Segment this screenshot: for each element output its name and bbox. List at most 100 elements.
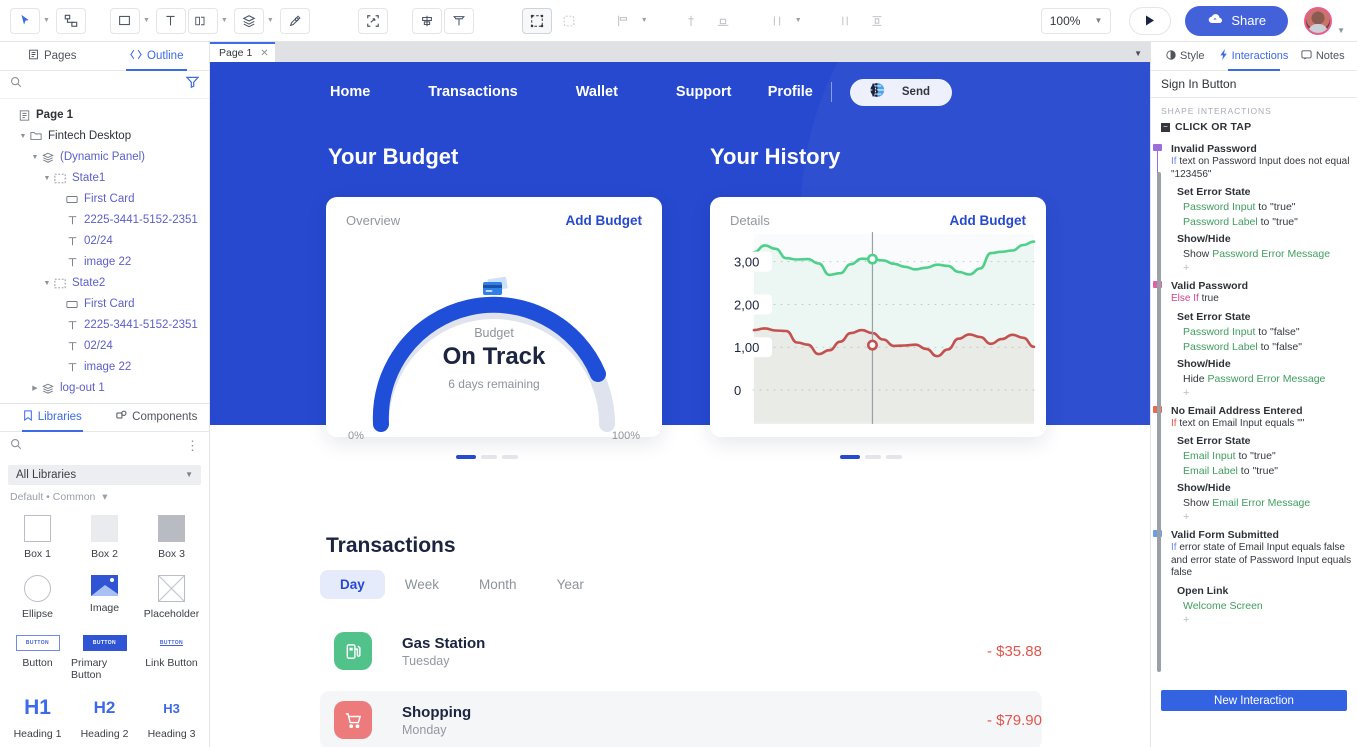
align-center-tool-button[interactable]: [675, 7, 706, 34]
expand-toggle-icon[interactable]: ▼: [18, 133, 28, 140]
library-item[interactable]: Image: [71, 569, 138, 627]
chevron-down-icon[interactable]: ▼: [43, 17, 50, 24]
history-card[interactable]: Details Add Budget 0 1,00 2,00 3,00: [710, 197, 1046, 437]
chevron-down-icon[interactable]: ▼: [221, 17, 228, 24]
text-format-tool-button[interactable]: [443, 7, 474, 34]
segment-year[interactable]: Year: [537, 570, 604, 599]
align-left-tool-button[interactable]: [607, 7, 638, 34]
chevron-down-icon[interactable]: ▼: [641, 17, 648, 24]
carousel-dot[interactable]: [840, 455, 860, 459]
new-interaction-button[interactable]: New Interaction: [1161, 690, 1347, 711]
case-action-target[interactable]: Hide Password Error Message: [1171, 373, 1357, 385]
expand-toggle-icon[interactable]: ▼: [30, 154, 40, 161]
outline-row[interactable]: 2225-3441-5152-2351: [0, 315, 209, 336]
distribute-tool-button[interactable]: [411, 7, 442, 34]
outline-row[interactable]: First Card: [0, 294, 209, 315]
outline-row[interactable]: First Card: [0, 189, 209, 210]
budget-add-budget-link[interactable]: Add Budget: [566, 213, 643, 228]
tab-style[interactable]: Style: [1151, 42, 1220, 70]
segment-week[interactable]: Week: [385, 570, 459, 599]
history-carousel-dots[interactable]: [840, 455, 902, 459]
outline-row[interactable]: ▼ (Dynamic Panel): [0, 147, 209, 168]
budget-carousel-dots[interactable]: [456, 455, 518, 459]
event-click-or-tap[interactable]: − CLICK OR TAP: [1151, 120, 1357, 137]
interaction-case[interactable]: Valid Password Else If true Set Error Stat…: [1153, 280, 1357, 399]
library-item[interactable]: Box 2: [71, 509, 138, 567]
chevron-down-icon[interactable]: ▼: [1134, 49, 1142, 58]
case-action-target[interactable]: Welcome Screen: [1171, 600, 1357, 612]
carousel-dot[interactable]: [886, 455, 902, 459]
segment-month[interactable]: Month: [459, 570, 537, 599]
nav-link-wallet[interactable]: Wallet: [576, 84, 618, 100]
tab-components[interactable]: Components: [105, 404, 210, 431]
zoom-level-select[interactable]: 100% ▼: [1040, 7, 1112, 34]
outline-row[interactable]: image 22: [0, 357, 209, 378]
align-ghost-tool-button[interactable]: [553, 7, 584, 34]
tab-notes[interactable]: Notes: [1288, 42, 1357, 70]
nav-link-profile[interactable]: Profile: [768, 84, 813, 100]
tab-libraries[interactable]: Libraries: [0, 404, 105, 432]
right-panel-scrollbar[interactable]: [1157, 172, 1161, 672]
rectangle-tool-button[interactable]: [109, 7, 140, 34]
design-canvas[interactable]: Home Transactions Wallet Support Profile: [210, 62, 1150, 747]
cursor-tool-button[interactable]: [10, 7, 40, 34]
add-action-icon[interactable]: +: [1171, 387, 1357, 399]
library-item[interactable]: Ellipse: [4, 569, 71, 627]
segment-day[interactable]: Day: [320, 570, 385, 599]
case-action-target[interactable]: Password Label to "true": [1171, 216, 1357, 228]
outline-row[interactable]: Page 1: [0, 105, 209, 126]
distribute-vertical-tool-button[interactable]: [829, 7, 860, 34]
case-action-target[interactable]: Password Input to "false": [1171, 326, 1357, 338]
library-item[interactable]: Box 3: [138, 509, 205, 567]
send-button[interactable]: S Send: [849, 78, 952, 106]
library-select[interactable]: All Libraries ▼: [8, 464, 201, 485]
outline-row[interactable]: 2225-3441-5152-2351: [0, 210, 209, 231]
chevron-down-icon[interactable]: ▼: [795, 17, 802, 24]
interaction-case[interactable]: Invalid Password If text on Password Inpu…: [1153, 143, 1357, 274]
outline-row[interactable]: ▼ State2: [0, 273, 209, 294]
chevron-down-icon[interactable]: ▼: [1337, 26, 1345, 35]
outline-row[interactable]: ▼ Fintech Desktop: [0, 126, 209, 147]
interaction-case[interactable]: No Email Address Entered If text on Email…: [1153, 405, 1357, 523]
history-add-budget-link[interactable]: Add Budget: [950, 213, 1027, 228]
collapse-icon[interactable]: −: [1161, 122, 1170, 132]
chevron-down-icon[interactable]: ▼: [143, 17, 150, 24]
align-selected-tool-button[interactable]: [521, 7, 552, 34]
close-icon[interactable]: ✕: [260, 48, 268, 59]
nav-link-transactions[interactable]: Transactions: [428, 84, 517, 100]
case-action-target[interactable]: Email Input to "true": [1171, 450, 1357, 462]
case-action-target[interactable]: Show Password Error Message: [1171, 248, 1357, 260]
outline-row[interactable]: ▶ log-out 1: [0, 378, 209, 399]
tab-outline[interactable]: Outline: [105, 42, 210, 71]
transaction-row[interactable]: Gas Station Tuesday - $35.88: [320, 622, 1042, 680]
carousel-dot[interactable]: [481, 455, 497, 459]
library-item[interactable]: BUTTON Button: [4, 629, 71, 687]
carousel-dot[interactable]: [502, 455, 518, 459]
distribute-horizontal-tool-button[interactable]: [761, 7, 792, 34]
outline-row[interactable]: 02/24: [0, 336, 209, 357]
expand-toggle-icon[interactable]: ▶: [30, 384, 40, 392]
library-item[interactable]: Box 1: [4, 509, 71, 567]
add-action-icon[interactable]: +: [1171, 614, 1357, 626]
nav-link-support[interactable]: Support: [676, 84, 732, 100]
outline-row[interactable]: image 22: [0, 252, 209, 273]
layout-tool-button[interactable]: [187, 7, 218, 34]
expand-toggle-icon[interactable]: ▼: [42, 175, 52, 182]
case-action-target[interactable]: Password Label to "false": [1171, 341, 1357, 353]
outline-row[interactable]: 02/24: [0, 231, 209, 252]
connector-tool-button[interactable]: [55, 7, 86, 34]
carousel-dot[interactable]: [456, 455, 476, 459]
filter-icon[interactable]: [185, 75, 200, 93]
library-item[interactable]: Placeholder: [138, 569, 205, 627]
align-bottom-tool-button[interactable]: [707, 7, 738, 34]
library-item[interactable]: H2 Heading 2: [71, 689, 138, 747]
add-action-icon[interactable]: +: [1171, 511, 1357, 523]
more-options-icon[interactable]: ⋮: [186, 439, 199, 452]
library-item[interactable]: H1 Heading 1: [4, 689, 71, 747]
add-action-icon[interactable]: +: [1171, 262, 1357, 274]
avatar[interactable]: [1304, 6, 1333, 35]
budget-card[interactable]: Overview Add Budget Budget On Track 6 da…: [326, 197, 662, 442]
case-action-target[interactable]: Show Email Error Message: [1171, 497, 1357, 509]
search-icon[interactable]: [10, 75, 22, 93]
share-button[interactable]: Share: [1185, 5, 1289, 36]
